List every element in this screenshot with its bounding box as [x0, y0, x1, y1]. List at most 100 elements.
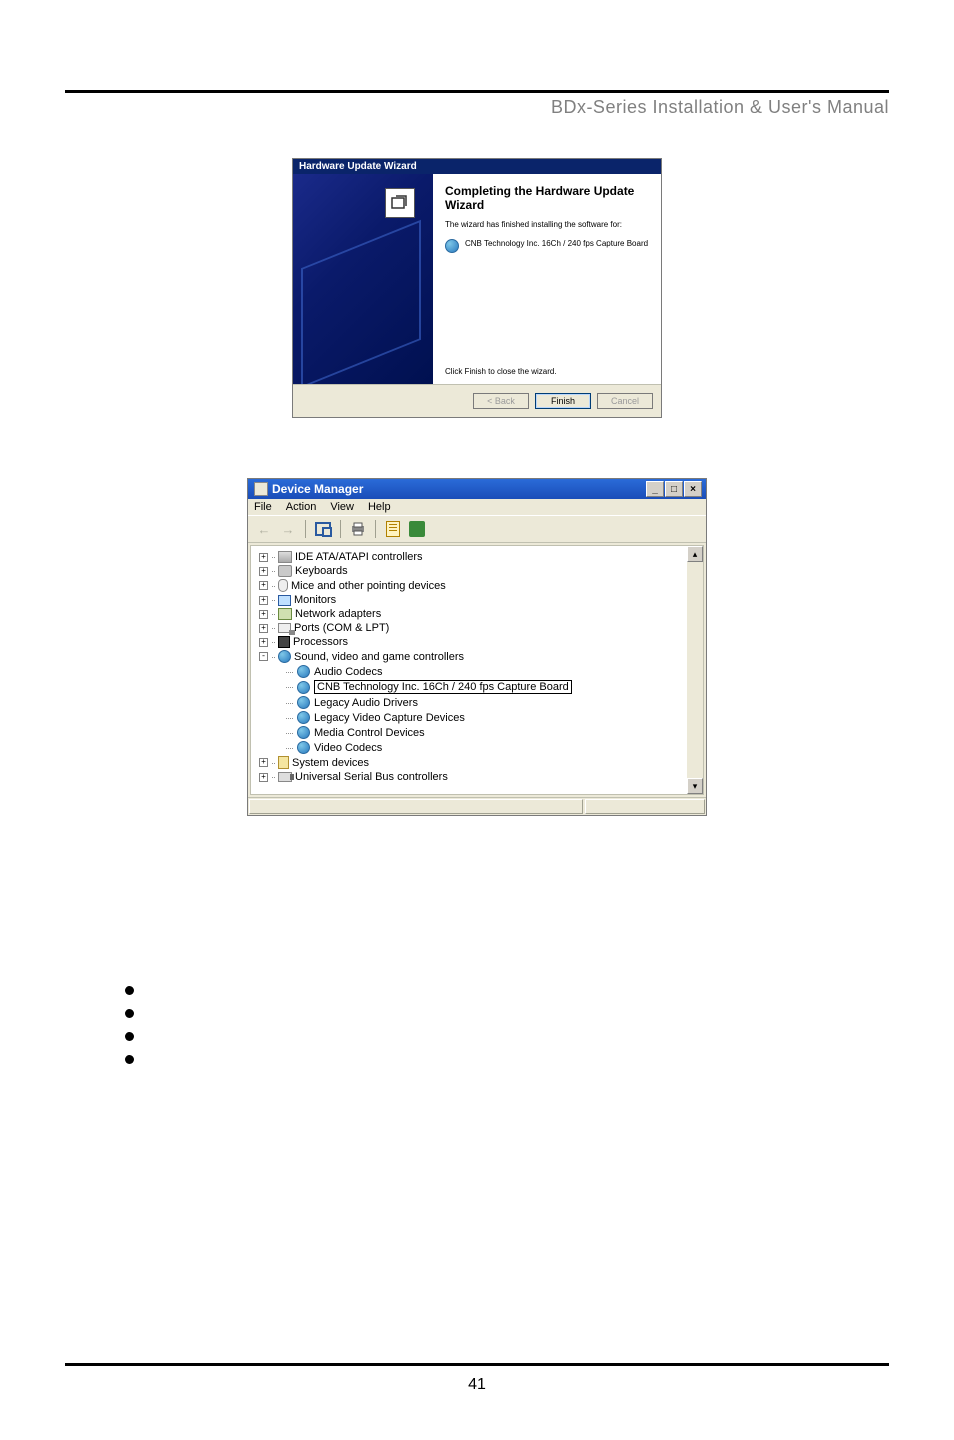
close-button[interactable]: ×: [684, 481, 702, 497]
tree-node[interactable]: +··Processors: [259, 635, 699, 649]
tree-node-label: Network adapters: [295, 608, 381, 620]
tree-child-label: Legacy Video Capture Devices: [314, 712, 465, 724]
tree-child-label: Video Codecs: [314, 742, 382, 754]
tree-node-label: Keyboards: [295, 565, 348, 577]
wizard-button-row: < Back Finish Cancel: [293, 384, 661, 417]
monitor-icon: [278, 595, 291, 606]
expander-icon[interactable]: +: [259, 773, 268, 782]
toolbar-scan-icon[interactable]: [407, 519, 427, 539]
tree-node-label: Mice and other pointing devices: [291, 580, 446, 592]
bullet-icon: [125, 986, 134, 995]
tree-child-node[interactable]: ····Legacy Video Capture Devices: [285, 710, 699, 725]
net-icon: [278, 608, 292, 620]
expander-icon[interactable]: +: [259, 610, 268, 619]
usb-icon: [278, 772, 292, 782]
av-icon: [297, 726, 310, 739]
av-icon: [297, 681, 310, 694]
wizard-heading: Completing the Hardware Update Wizard: [445, 184, 649, 212]
tree-node-label: Monitors: [294, 594, 336, 606]
nav-back-icon: ←: [254, 519, 274, 539]
dm-menubar: File Action View Help: [248, 499, 706, 515]
menu-help[interactable]: Help: [368, 501, 391, 513]
wizard-hardware-icon: [385, 188, 415, 218]
dm-tree[interactable]: +··IDE ATA/ATAPI controllers+··Keyboards…: [250, 545, 704, 795]
av-icon: [297, 741, 310, 754]
scroll-up-icon[interactable]: ▴: [687, 546, 703, 562]
hardware-update-wizard-dialog: Hardware Update Wizard Completing the Ha…: [292, 158, 662, 418]
av-icon: [297, 696, 310, 709]
device-manager-window: Device Manager _ □ × File Action View He…: [247, 478, 707, 816]
bullet-icon: [125, 1032, 134, 1041]
scrollbar[interactable]: ▴ ▾: [687, 546, 703, 794]
expander-icon[interactable]: +: [259, 624, 268, 633]
tree-node-label: Sound, video and game controllers: [294, 651, 464, 663]
bullet-list: [125, 986, 889, 1064]
expander-icon[interactable]: -: [259, 652, 268, 661]
dm-app-icon: [254, 482, 268, 496]
dm-toolbar: ← →: [248, 515, 706, 543]
dm-title: Device Manager: [272, 482, 646, 496]
tree-node[interactable]: +··System devices: [259, 755, 699, 770]
tree-node-label: Processors: [293, 636, 348, 648]
tree-child-label-selected: CNB Technology Inc. 16Ch / 240 fps Captu…: [314, 680, 572, 694]
port-icon: [278, 623, 291, 633]
menu-action[interactable]: Action: [286, 501, 317, 513]
wizard-side-graphic: [293, 174, 433, 384]
av-icon: [278, 650, 291, 663]
expander-icon[interactable]: +: [259, 553, 268, 562]
tree-child-node[interactable]: ····CNB Technology Inc. 16Ch / 240 fps C…: [285, 679, 699, 695]
tree-node[interactable]: +··Ports (COM & LPT): [259, 621, 699, 635]
menu-file[interactable]: File: [254, 501, 272, 513]
mouse-icon: [278, 579, 288, 592]
wizard-device-name: CNB Technology Inc. 16Ch / 240 fps Captu…: [465, 239, 648, 248]
tree-node[interactable]: +··Mice and other pointing devices: [259, 578, 699, 593]
scroll-down-icon[interactable]: ▾: [687, 778, 703, 794]
back-button: < Back: [473, 393, 529, 409]
maximize-button[interactable]: □: [665, 481, 683, 497]
dm-statusbar: [248, 797, 706, 815]
toolbar-view-icon[interactable]: [313, 519, 333, 539]
wizard-finished-text: The wizard has finished installing the s…: [445, 220, 649, 229]
tree-node[interactable]: +··Universal Serial Bus controllers: [259, 770, 699, 784]
nav-forward-icon: →: [278, 519, 298, 539]
tree-child-label: Media Control Devices: [314, 727, 425, 739]
menu-view[interactable]: View: [330, 501, 354, 513]
tree-child-node[interactable]: ····Media Control Devices: [285, 725, 699, 740]
ide-icon: [278, 551, 292, 563]
wizard-titlebar: Hardware Update Wizard: [293, 159, 661, 174]
keyboard-icon: [278, 565, 292, 577]
toolbar-properties-icon[interactable]: [383, 519, 403, 539]
tree-node[interactable]: +··Keyboards: [259, 564, 699, 578]
tree-node[interactable]: +··Monitors: [259, 593, 699, 607]
tree-node[interactable]: -··Sound, video and game controllers: [259, 649, 699, 664]
tree-node[interactable]: +··IDE ATA/ATAPI controllers: [259, 550, 699, 564]
tree-child-node[interactable]: ····Video Codecs: [285, 740, 699, 755]
bullet-icon: [125, 1009, 134, 1018]
toolbar-print-icon[interactable]: [348, 519, 368, 539]
bullet-icon: [125, 1055, 134, 1064]
sys-icon: [278, 756, 289, 769]
device-icon: [445, 239, 459, 253]
expander-icon[interactable]: +: [259, 638, 268, 647]
minimize-button[interactable]: _: [646, 481, 664, 497]
tree-node-label: System devices: [292, 757, 369, 769]
wizard-close-text: Click Finish to close the wizard.: [445, 367, 649, 376]
cancel-button: Cancel: [597, 393, 653, 409]
page-number: 41: [468, 1376, 486, 1393]
tree-node-label: Ports (COM & LPT): [294, 622, 389, 634]
av-icon: [297, 665, 310, 678]
cpu-icon: [278, 636, 290, 648]
finish-button[interactable]: Finish: [535, 393, 591, 409]
dm-titlebar: Device Manager _ □ ×: [248, 479, 706, 499]
tree-node-label: Universal Serial Bus controllers: [295, 771, 448, 783]
tree-child-node[interactable]: ····Audio Codecs: [285, 664, 699, 679]
expander-icon[interactable]: +: [259, 596, 268, 605]
tree-child-label: Audio Codecs: [314, 666, 383, 678]
page-header-title: BDx-Series Installation & User's Manual: [551, 97, 889, 117]
expander-icon[interactable]: +: [259, 567, 268, 576]
expander-icon[interactable]: +: [259, 758, 268, 767]
expander-icon[interactable]: +: [259, 581, 268, 590]
tree-child-label: Legacy Audio Drivers: [314, 697, 418, 709]
tree-node[interactable]: +··Network adapters: [259, 607, 699, 621]
tree-child-node[interactable]: ····Legacy Audio Drivers: [285, 695, 699, 710]
